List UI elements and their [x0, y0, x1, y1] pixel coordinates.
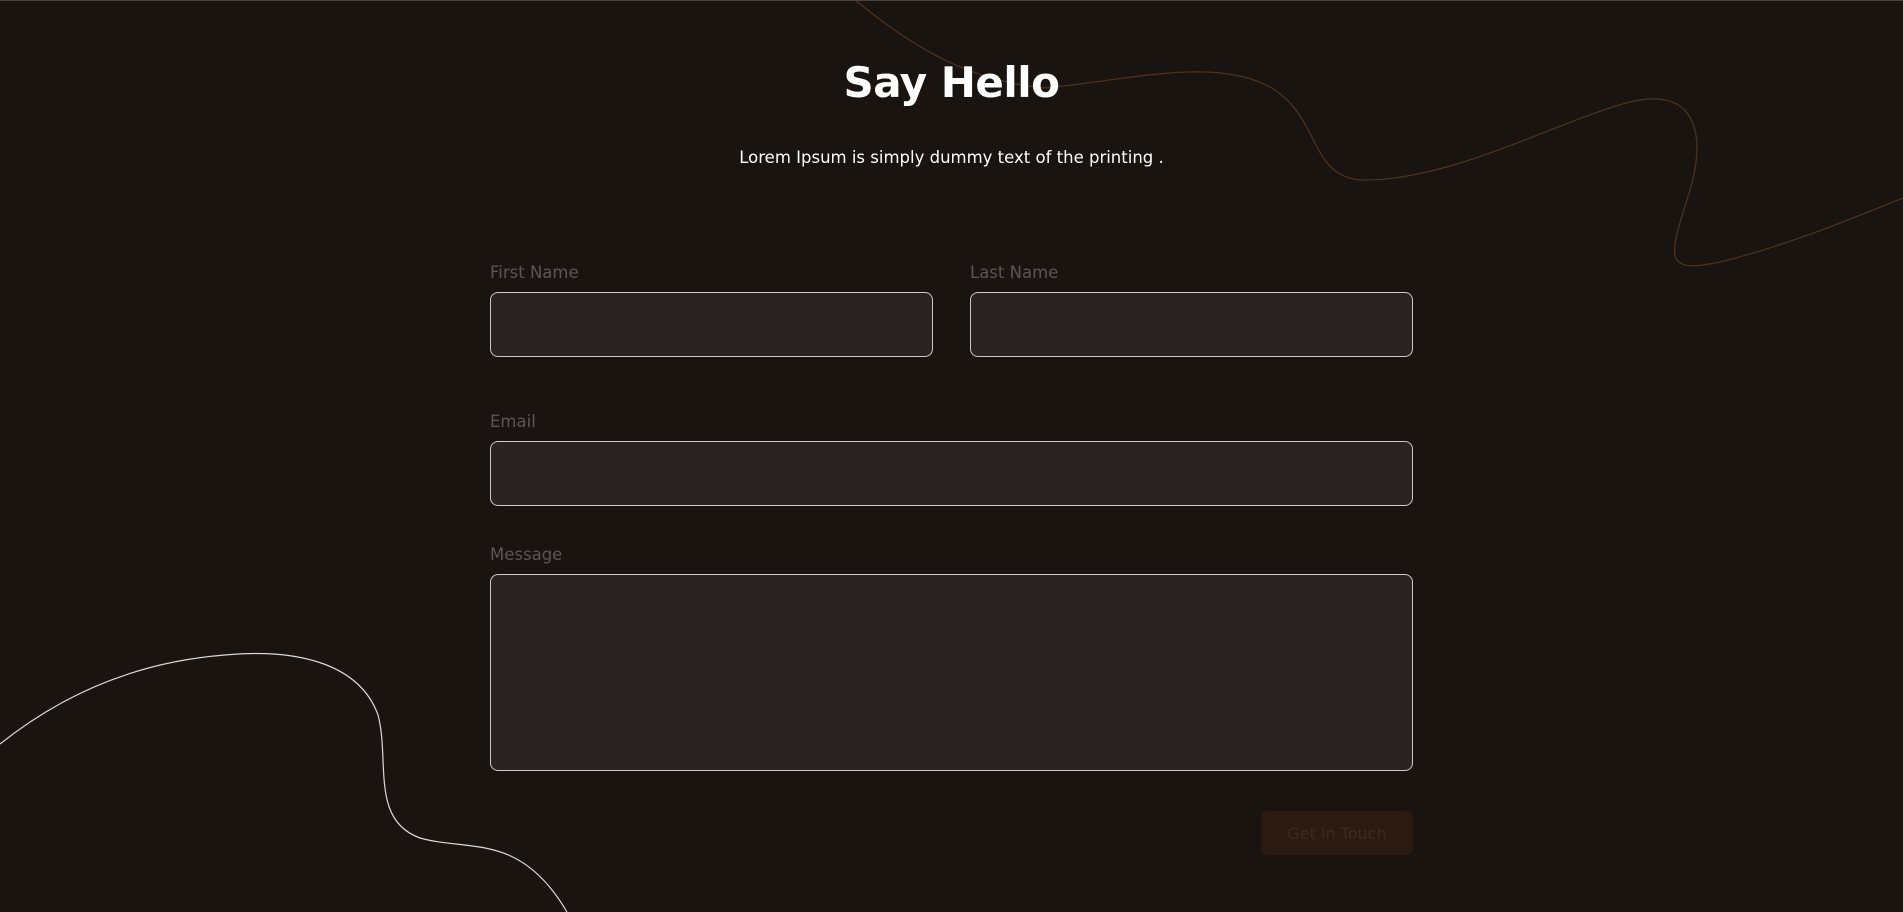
get-in-touch-button[interactable]: Get in Touch [1261, 811, 1413, 855]
top-divider [0, 0, 1903, 1]
message-label: Message [490, 545, 563, 564]
message-textarea[interactable] [490, 574, 1413, 771]
email-label: Email [490, 412, 536, 431]
bottom-left-decorative-curve [0, 652, 568, 912]
email-input[interactable] [490, 441, 1413, 506]
last-name-label: Last Name [970, 263, 1059, 282]
page-title: Say Hello [843, 58, 1060, 107]
first-name-input[interactable] [490, 292, 933, 357]
last-name-input[interactable] [970, 292, 1413, 357]
top-right-decorative-curve [854, 0, 1903, 267]
first-name-label: First Name [490, 263, 579, 282]
page-subtitle: Lorem Ipsum is simply dummy text of the … [739, 148, 1164, 167]
